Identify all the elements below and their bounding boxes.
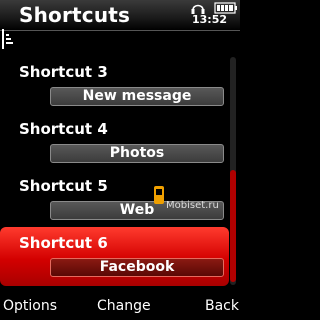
page-title: Shortcuts <box>19 3 131 27</box>
scrollbar-thumb[interactable] <box>230 170 236 282</box>
shortcut-label: Shortcut 4 <box>19 120 108 138</box>
change-softkey[interactable]: Change <box>97 298 151 314</box>
status-header: Shortcuts 13:52 <box>0 0 240 31</box>
softkey-bar: Options Change Back <box>0 294 240 320</box>
options-softkey[interactable]: Options <box>3 298 57 314</box>
clock: 13:52 <box>192 13 228 26</box>
shortcut-value[interactable]: New message <box>50 87 224 106</box>
shortcut-label: Shortcut 3 <box>19 63 108 81</box>
shortcut-value[interactable]: Photos <box>50 144 224 163</box>
shortcut-value[interactable]: Facebook <box>50 258 224 277</box>
signal-strength-icon <box>2 29 13 49</box>
shortcut-label: Shortcut 5 <box>19 177 108 195</box>
back-softkey[interactable]: Back <box>205 298 239 314</box>
watermark-text: Mobiset.ru <box>166 200 219 211</box>
shortcut-label: Shortcut 6 <box>19 234 108 252</box>
